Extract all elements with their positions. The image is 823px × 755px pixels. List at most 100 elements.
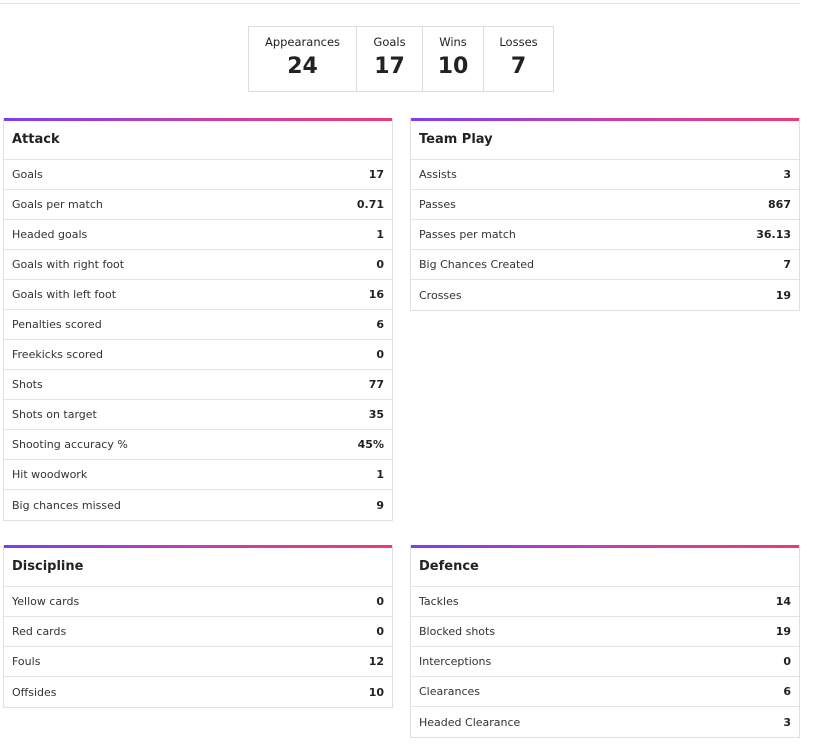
stat-row: Offsides 10 — [4, 677, 392, 707]
stat-appearances: Appearances 24 — [249, 27, 357, 91]
stat-value: 17 — [374, 54, 405, 79]
stat-row: Headed Clearance 3 — [411, 707, 799, 737]
attack-panel: Attack Goals 17 Goals per match 0.71 Heade… — [3, 118, 393, 521]
row-label: Big chances missed — [12, 498, 121, 512]
stat-row: Goals with right foot 0 — [4, 250, 392, 280]
row-value: 77 — [368, 378, 384, 391]
stat-label: Appearances — [264, 35, 341, 49]
stat-row: Fouls 12 — [4, 647, 392, 677]
row-value: 10 — [368, 685, 384, 699]
stat-row: Shots 77 — [4, 370, 392, 400]
panel-title: Discipline — [4, 548, 392, 587]
stat-value: 7 — [510, 54, 527, 79]
row-value: 35 — [368, 408, 384, 421]
stat-row: Passes 867 — [411, 190, 799, 220]
row-value: 36.13 — [756, 228, 791, 241]
row-label: Shooting accuracy % — [12, 438, 128, 451]
stat-row: Penalties scored 6 — [4, 310, 392, 340]
row-value: 0 — [376, 258, 384, 271]
summary-stats: Appearances 24 Goals 17 Wins 10 Losses 7 — [248, 26, 554, 92]
panel-title: Team Play — [411, 121, 799, 160]
row-label: Crosses — [419, 288, 462, 302]
row-label: Big Chances Created — [419, 258, 535, 271]
stat-row: Shooting accuracy % 45% — [4, 430, 392, 460]
row-label: Offsides — [12, 685, 57, 699]
stat-label: Goals — [373, 35, 406, 49]
stat-row: Interceptions 0 — [411, 647, 799, 677]
row-label: Clearances — [419, 685, 481, 698]
stat-row: Headed goals 1 — [4, 220, 392, 250]
row-value: 3 — [783, 168, 791, 181]
row-label: Headed goals — [12, 228, 88, 241]
stat-value: 24 — [287, 54, 318, 79]
row-value: 12 — [368, 655, 384, 668]
panel-title: Defence — [411, 548, 799, 587]
panel-title: Attack — [4, 121, 392, 160]
row-label: Freekicks scored — [12, 348, 103, 361]
row-value: 45% — [357, 438, 384, 451]
stat-row: Tackles 14 — [411, 587, 799, 617]
row-label: Assists — [419, 168, 457, 181]
row-value: 9 — [376, 498, 384, 512]
row-value: 1 — [376, 468, 384, 481]
stat-row: Freekicks scored 0 — [4, 340, 392, 370]
row-label: Tackles — [419, 595, 459, 608]
stat-label: Losses — [499, 35, 538, 49]
row-label: Headed Clearance — [419, 715, 521, 729]
row-label: Yellow cards — [12, 595, 80, 608]
row-value: 19 — [775, 288, 791, 302]
row-label: Goals — [12, 168, 43, 181]
row-value: 867 — [768, 198, 791, 211]
row-label: Interceptions — [419, 655, 492, 668]
row-label: Passes per match — [419, 228, 516, 241]
row-value: 17 — [368, 168, 384, 181]
stat-row: Big chances missed 9 — [4, 490, 392, 520]
stat-row: Passes per match 36.13 — [411, 220, 799, 250]
row-value: 0 — [376, 595, 384, 608]
row-value: 7 — [783, 258, 791, 271]
row-value: 19 — [775, 625, 791, 638]
row-value: 0 — [376, 625, 384, 638]
stat-value: 10 — [437, 54, 469, 79]
stat-row: Goals 17 — [4, 160, 392, 190]
row-value: 16 — [368, 288, 384, 301]
row-value: 3 — [783, 715, 791, 729]
row-label: Fouls — [12, 655, 41, 668]
row-label: Shots — [12, 378, 43, 391]
row-label: Passes — [419, 198, 456, 211]
stat-goals: Goals 17 — [357, 27, 423, 91]
defence-panel: Defence Tackles 14 Blocked shots 19 Interc… — [410, 545, 800, 738]
stat-row: Shots on target 35 — [4, 400, 392, 430]
stat-label: Wins — [439, 35, 467, 49]
top-divider — [0, 0, 800, 4]
row-label: Red cards — [12, 625, 67, 638]
row-label: Penalties scored — [12, 318, 102, 331]
row-label: Goals with right foot — [12, 258, 125, 271]
stat-row: Clearances 6 — [411, 677, 799, 707]
row-value: 0 — [376, 348, 384, 361]
row-value: 0 — [783, 655, 791, 668]
stat-row: Big Chances Created 7 — [411, 250, 799, 280]
stat-row: Red cards 0 — [4, 617, 392, 647]
stat-row: Hit woodwork 1 — [4, 460, 392, 490]
stat-row: Yellow cards 0 — [4, 587, 392, 617]
stat-row: Goals per match 0.71 — [4, 190, 392, 220]
stat-row: Blocked shots 19 — [411, 617, 799, 647]
stat-row: Crosses 19 — [411, 280, 799, 310]
team-play-panel: Team Play Assists 3 Passes 867 Passes per … — [410, 118, 800, 311]
stat-losses: Losses 7 — [484, 27, 553, 91]
row-label: Hit woodwork — [12, 468, 88, 481]
stat-row: Assists 3 — [411, 160, 799, 190]
row-label: Goals with left foot — [12, 288, 117, 301]
row-value: 0.71 — [356, 198, 384, 211]
stat-wins: Wins 10 — [423, 27, 484, 91]
row-value: 14 — [775, 595, 791, 608]
row-value: 6 — [783, 685, 791, 698]
row-label: Blocked shots — [419, 625, 496, 638]
row-value: 6 — [376, 318, 384, 331]
stat-row: Goals with left foot 16 — [4, 280, 392, 310]
discipline-panel: Discipline Yellow cards 0 Red cards 0 Foul… — [3, 545, 393, 708]
row-label: Shots on target — [12, 408, 97, 421]
row-label: Goals per match — [12, 198, 103, 211]
row-value: 1 — [376, 228, 384, 241]
